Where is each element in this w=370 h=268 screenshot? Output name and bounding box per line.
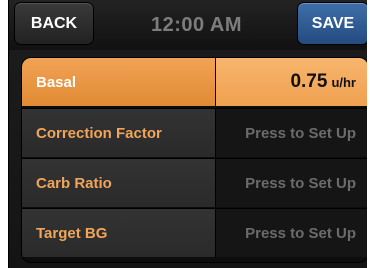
basal-rate-value: 0.75 — [290, 71, 328, 92]
save-button[interactable]: SAVE — [297, 2, 367, 45]
basal-rate-unit: u/hr — [331, 74, 356, 90]
correction-factor-label: Correction Factor — [22, 109, 216, 157]
clock-time: 12:00 AM — [150, 14, 243, 36]
target-bg-label: Target BG — [22, 209, 216, 257]
basal-label: Basal — [22, 58, 216, 106]
pump-settings-screen: BACK 12:00 AM SAVE Basal 0.75 u/hr Corre… — [8, 0, 367, 268]
settings-list: Basal 0.75 u/hr Correction Factor Press … — [21, 57, 367, 263]
correction-factor-value[interactable]: Press to Set Up — [216, 109, 367, 157]
basal-value[interactable]: 0.75 u/hr — [216, 58, 367, 106]
settings-row-target-bg[interactable]: Target BG Press to Set Up — [22, 208, 367, 257]
settings-row-basal[interactable]: Basal 0.75 u/hr — [22, 58, 367, 106]
target-bg-value[interactable]: Press to Set Up — [216, 209, 367, 257]
back-button[interactable]: BACK — [14, 2, 94, 45]
settings-row-carb-ratio[interactable]: Carb Ratio Press to Set Up — [22, 158, 367, 207]
carb-ratio-label: Carb Ratio — [22, 159, 216, 207]
carb-ratio-value[interactable]: Press to Set Up — [216, 159, 367, 207]
settings-row-correction-factor[interactable]: Correction Factor Press to Set Up — [22, 108, 367, 157]
top-bar: BACK 12:00 AM SAVE — [9, 0, 367, 50]
